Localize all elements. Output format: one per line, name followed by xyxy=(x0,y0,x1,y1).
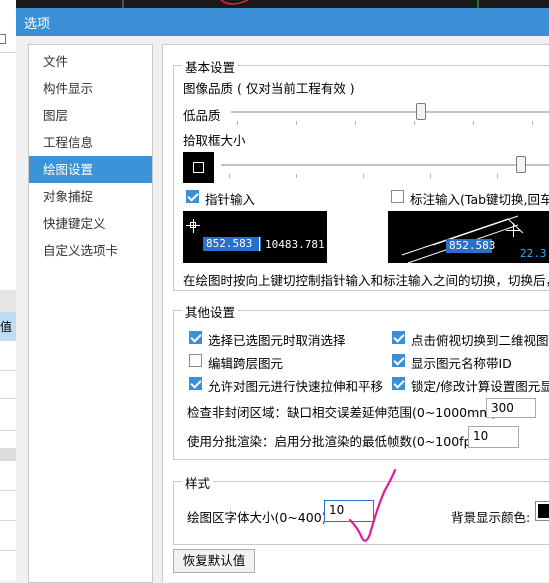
dimension-preview-value-2: 22.3 xyxy=(520,247,547,260)
basic-settings-group: 基本设置 图像品质 ( 仅对当前工程有效 ) 低品质 拾取框大小 指针输入 标注… xyxy=(173,57,549,291)
nav-item-drawing-settings[interactable]: 绘图设置 xyxy=(29,156,152,183)
pointer-input-checkbox[interactable] xyxy=(186,190,199,203)
pointer-preview-value-1: 852.583 xyxy=(203,237,261,251)
lock-calc-display-label: 锁定/修改计算设置图元显示 xyxy=(411,379,549,394)
top-view-2d-label: 点击俯视切换到二维视图 xyxy=(411,333,549,348)
quick-stretch-label: 允许对图元进行快速拉伸和平移 xyxy=(208,379,384,394)
other-settings-title: 其他设置 xyxy=(182,302,239,321)
settings-nav: 文件 构件显示 图层 工程信息 绘图设置 对象捕捉 快捷键定义 自定义选项卡 xyxy=(28,44,153,583)
bg-color-swatch[interactable] xyxy=(535,501,549,521)
dimension-preview-value-1: 852.583 xyxy=(446,239,495,253)
font-size-label: 绘图区字体大小(0~400): xyxy=(187,510,331,525)
background-app-panel: 层 值 xyxy=(0,0,17,581)
pickbox-preview xyxy=(183,152,214,183)
lock-calc-display-checkbox[interactable] xyxy=(392,377,405,390)
dialog-titlebar[interactable] xyxy=(16,8,549,36)
quality-slider[interactable] xyxy=(231,111,549,113)
font-size-input[interactable]: 10 xyxy=(324,500,374,522)
batch-render-input[interactable]: 10 xyxy=(468,426,519,448)
pickbox-slider[interactable] xyxy=(221,164,549,166)
edit-cross-layer-checkbox[interactable] xyxy=(189,354,202,367)
settings-content: 基本设置 图像品质 ( 仅对当前工程有效 ) 低品质 拾取框大小 指针输入 标注… xyxy=(162,44,549,582)
dimension-input-checkbox[interactable] xyxy=(391,190,404,203)
input-hint-text: 在绘图时按向上键切控制指针输入和标注输入之间的切换，切换后，执 xyxy=(183,273,549,288)
nav-item-shortcuts[interactable]: 快捷键定义 xyxy=(29,210,152,237)
top-view-2d-checkbox[interactable] xyxy=(392,331,405,344)
bg-color-label: 背景显示颜色: xyxy=(451,510,531,525)
pointer-preview-value-2: 10483.781 xyxy=(265,238,325,251)
background-cell-text: 值 xyxy=(0,320,13,334)
quality-label: 图像品质 ( 仅对当前工程有效 ) xyxy=(183,81,355,96)
dimension-input-label: 标注输入(Tab键切换,回车确 xyxy=(410,192,549,207)
show-name-id-label: 显示图元名称带ID xyxy=(411,356,512,371)
deselect-selected-checkbox[interactable] xyxy=(189,331,202,344)
deselect-selected-label: 选择已选图元时取消选择 xyxy=(208,333,346,348)
basic-settings-title: 基本设置 xyxy=(182,57,239,76)
gap-range-input[interactable]: 300 xyxy=(486,398,536,418)
other-settings-group: 其他设置 选择已选图元时取消选择 点击俯视切换到二维视图 编辑跨层图元 显示图元… xyxy=(173,302,549,460)
pickbox-label: 拾取框大小 xyxy=(183,133,246,148)
nav-item-file[interactable]: 文件 xyxy=(29,48,152,75)
batch-render-label: 使用分批渲染：启用分批渲染的最低帧数(0~100fps): xyxy=(187,434,488,449)
quick-stretch-checkbox[interactable] xyxy=(189,377,202,390)
low-quality-label: 低品质 xyxy=(183,108,221,123)
dimension-input-preview: 852.583 22.3 xyxy=(388,211,549,263)
nav-item-custom-tabs[interactable]: 自定义选项卡 xyxy=(29,237,152,264)
background-viewport xyxy=(16,0,549,8)
style-group: 样式 绘图区字体大小(0~400): 10 背景显示颜色: xyxy=(173,473,549,545)
pickbox-slider-thumb[interactable] xyxy=(515,156,526,173)
nav-item-object-snap[interactable]: 对象捕捉 xyxy=(29,183,152,210)
nav-item-layers[interactable]: 图层 xyxy=(29,102,152,129)
pointer-input-preview: 852.583 10483.781 xyxy=(183,211,327,263)
gap-range-label: 检查非封闭区域：缺口相交误差延伸范围(0~1000mm): xyxy=(187,405,501,420)
dialog-title: 选项 xyxy=(24,17,51,32)
nav-item-component-display[interactable]: 构件显示 xyxy=(29,75,152,102)
quality-slider-thumb[interactable] xyxy=(415,103,426,120)
edit-cross-layer-label: 编辑跨层图元 xyxy=(208,356,284,371)
style-title: 样式 xyxy=(182,473,214,492)
show-name-id-checkbox[interactable] xyxy=(392,354,405,367)
nav-item-project-info[interactable]: 工程信息 xyxy=(29,129,152,156)
restore-defaults-button[interactable]: 恢复默认值 xyxy=(173,549,255,573)
pointer-input-label: 指针输入 xyxy=(205,192,256,207)
